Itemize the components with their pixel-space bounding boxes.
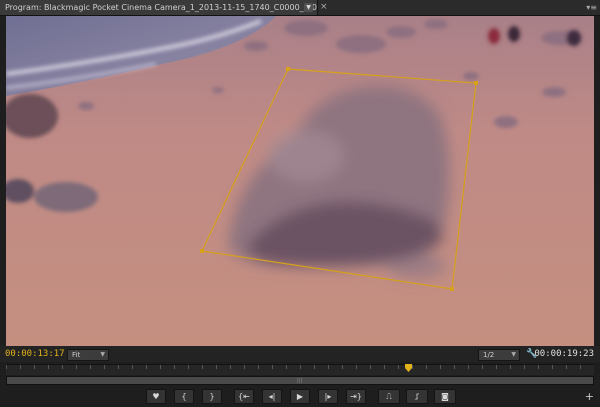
step-back-icon: ◂| (268, 392, 276, 401)
playback-resolution-select[interactable]: 1/2 ▼ (478, 349, 520, 361)
step-forward-icon: |▸ (324, 392, 332, 401)
go-to-out-button[interactable]: ⇥} (346, 389, 366, 404)
current-timecode[interactable]: 00:00:13:17 (5, 346, 65, 362)
camera-icon: ◙ (441, 392, 449, 401)
marker-icon: ♥ (152, 392, 160, 401)
go-to-in-button[interactable]: {⇤ (234, 389, 254, 404)
monitor-info-bar: 00:00:13:17 Fit ▼ 1/2 ▼ 🔧 00:00:19:23 (0, 346, 600, 362)
mark-out-button[interactable]: } (202, 389, 222, 404)
playhead-icon[interactable] (405, 364, 412, 372)
mark-out-icon: } (209, 392, 215, 401)
lift-button[interactable]: ⎍ (378, 389, 400, 404)
panel-tab-bar: Program: Blackmagic Pocket Cinema Camera… (0, 0, 600, 16)
extract-icon: ⎎ (414, 392, 420, 401)
transform-handle (286, 67, 290, 71)
go-to-in-icon: {⇤ (238, 392, 250, 401)
extract-button[interactable]: ⎎ (406, 389, 428, 404)
transform-handle (200, 249, 204, 253)
step-forward-button[interactable]: |▸ (318, 389, 338, 404)
button-editor-icon[interactable]: + (585, 390, 594, 403)
chevron-down-icon: ▼ (511, 351, 516, 358)
video-frame (6, 16, 594, 346)
scroll-grip-icon[interactable]: ||| (297, 378, 302, 384)
ruler-ticks (6, 365, 594, 369)
zoom-scroll-bar[interactable]: ||| (6, 376, 594, 385)
transport-controls: ♥ { } {⇤ ◂| ▶ |▸ ⇥} ⎍ ⎎ ◙ + (0, 386, 600, 407)
mark-in-icon: { (181, 392, 187, 401)
mark-in-button[interactable]: { (174, 389, 194, 404)
add-marker-button[interactable]: ♥ (146, 389, 166, 404)
zoom-select[interactable]: Fit ▼ (67, 349, 109, 361)
play-icon: ▶ (296, 392, 304, 401)
resolution-value: 1/2 (483, 351, 495, 359)
program-monitor-tab[interactable]: Program: Blackmagic Pocket Cinema Camera… (0, 0, 318, 15)
zoom-value: Fit (72, 351, 81, 359)
program-monitor-viewer[interactable] (6, 16, 594, 346)
step-back-button[interactable]: ◂| (262, 389, 282, 404)
chevron-down-icon: ▼ (100, 351, 105, 358)
transform-handle (474, 81, 478, 85)
duration-timecode: 00:00:19:23 (534, 349, 594, 359)
export-frame-button[interactable]: ◙ (434, 389, 456, 404)
time-ruler[interactable] (6, 364, 594, 375)
panel-menu-icon[interactable]: ▾≡ (586, 0, 597, 15)
close-icon[interactable]: × (320, 1, 328, 13)
lift-icon: ⎍ (386, 392, 392, 401)
transform-handle (450, 287, 454, 291)
play-button[interactable]: ▶ (290, 389, 310, 404)
tab-title: Program: Blackmagic Pocket Cinema Camera… (5, 3, 317, 12)
chevron-down-icon[interactable]: ▼ (304, 3, 313, 12)
go-to-out-icon: ⇥} (350, 392, 362, 401)
